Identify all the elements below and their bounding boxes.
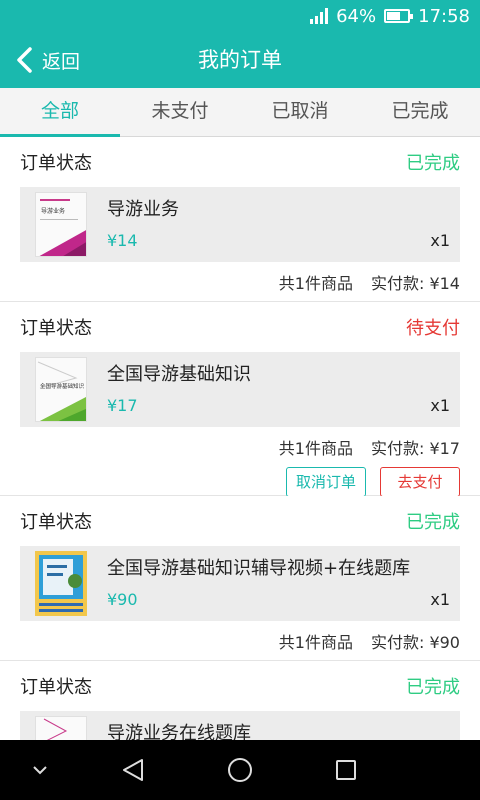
product-item[interactable]: 导游业务 导游业务 ¥14 x1 (20, 187, 460, 262)
product-qty: x1 (430, 396, 450, 415)
order-status: 已完成 (406, 512, 460, 533)
order-card: 订单状态 已完成 导游业务在线题库 (0, 661, 480, 740)
nav-home-button[interactable] (210, 740, 270, 800)
status-bar: 64% 17:58 (0, 0, 480, 32)
title-bar: 返回 我的订单 (0, 32, 480, 88)
order-card: 订单状态 已完成 导游业务 导游业务 ¥14 x1 共1件商品 实付款: ¥14 (0, 137, 480, 302)
chevron-down-icon (33, 766, 47, 775)
product-qty: x1 (430, 231, 450, 250)
product-price: ¥14 (107, 231, 138, 250)
paid-amount: 实付款: ¥17 (370, 439, 460, 458)
book-cover: 导游业务 (35, 192, 87, 257)
order-card: 订单状态 待支付 全国导游基础知识 全国导游基础知识 ¥17 x1 共1件商品 … (0, 302, 480, 497)
system-nav-bar (0, 740, 480, 800)
cancel-order-button[interactable]: 取消订单 (286, 467, 366, 497)
product-price: ¥90 (107, 590, 138, 609)
product-price: ¥17 (107, 396, 138, 415)
battery-percent: 64% (336, 5, 377, 27)
item-count: 共1件商品 (278, 439, 353, 458)
order-list[interactable]: 订单状态 已完成 导游业务 导游业务 ¥14 x1 共1件商品 实付款: ¥14 (0, 137, 480, 740)
triangle-back-icon (123, 759, 143, 781)
signal-icon (310, 8, 329, 24)
book-cover (35, 551, 87, 616)
battery-icon (384, 9, 414, 23)
product-name: 全国导游基础知识辅导视频+在线题库 (107, 558, 411, 579)
paid-amount: 实付款: ¥90 (370, 633, 460, 652)
square-recents-icon (336, 760, 356, 780)
order-status: 已完成 (406, 153, 460, 174)
order-status-label: 订单状态 (20, 677, 92, 698)
order-status-label: 订单状态 (20, 153, 92, 174)
page-title: 我的订单 (198, 48, 282, 72)
nav-back-button[interactable] (103, 740, 163, 800)
product-name: 导游业务 (107, 199, 179, 220)
tab-all[interactable]: 全部 (0, 88, 120, 137)
item-count: 共1件商品 (278, 633, 353, 652)
product-qty: x1 (430, 590, 450, 609)
tab-unpaid[interactable]: 未支付 (120, 88, 240, 136)
order-status-label: 订单状态 (20, 512, 92, 533)
order-tabs: 全部 未支付 已取消 已完成 (0, 88, 480, 137)
book-cover (35, 716, 87, 740)
pay-button[interactable]: 去支付 (380, 467, 460, 497)
tab-completed[interactable]: 已完成 (360, 88, 480, 136)
product-item[interactable]: 全国导游基础知识 全国导游基础知识 ¥17 x1 (20, 352, 460, 427)
hide-nav-button[interactable] (10, 740, 70, 800)
tab-cancelled[interactable]: 已取消 (240, 88, 360, 136)
item-count: 共1件商品 (278, 274, 353, 293)
product-name: 全国导游基础知识 (107, 364, 251, 385)
paid-amount: 实付款: ¥14 (370, 274, 460, 293)
product-item[interactable]: 全国导游基础知识辅导视频+在线题库 ¥90 x1 (20, 546, 460, 621)
book-cover: 全国导游基础知识 (35, 357, 87, 422)
clock: 17:58 (418, 5, 470, 27)
order-card: 订单状态 已完成 全国导游基础知识辅导视频+在线题库 ¥90 x1 共1件商品 … (0, 496, 480, 661)
product-item[interactable]: 导游业务在线题库 (20, 711, 460, 740)
order-status: 待支付 (406, 318, 460, 339)
nav-recents-button[interactable] (316, 740, 376, 800)
cover-title: 导游业务 (41, 207, 65, 215)
circle-home-icon (228, 758, 252, 782)
product-name: 导游业务在线题库 (107, 723, 251, 740)
order-status-label: 订单状态 (20, 318, 92, 339)
order-status: 已完成 (406, 677, 460, 698)
cover-title: 全国导游基础知识 (40, 382, 85, 390)
